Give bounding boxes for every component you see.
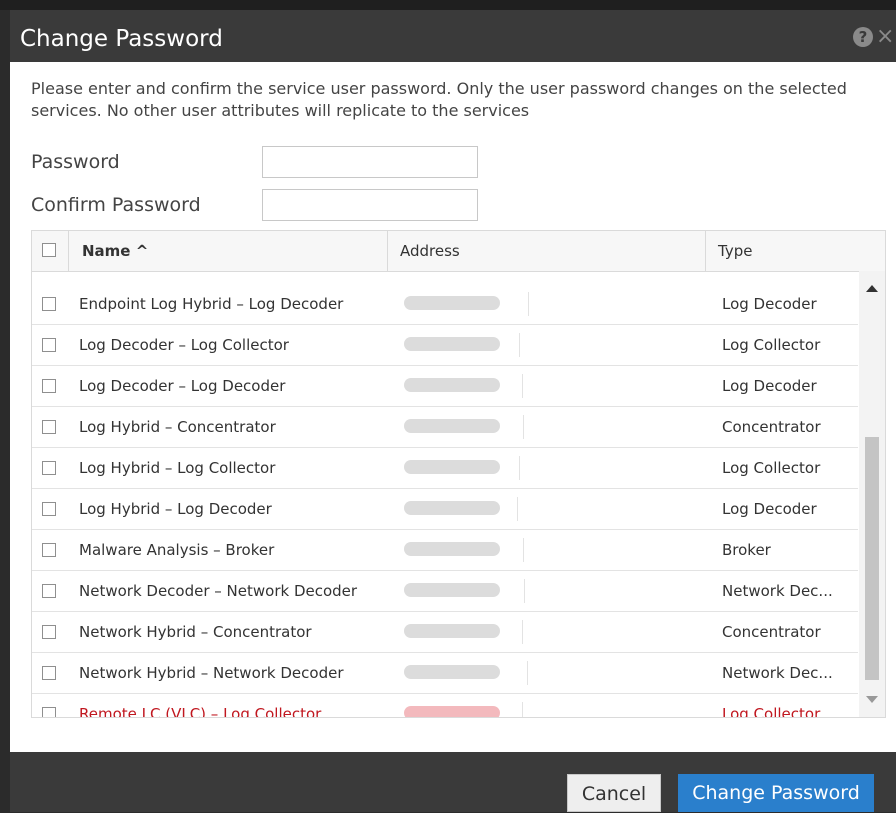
service-name-cell: Log Decoder – Log Decoder	[79, 377, 286, 395]
address-redacted	[404, 378, 500, 392]
change-password-button[interactable]: Change Password	[678, 774, 874, 812]
header-divider	[68, 231, 69, 271]
table-row[interactable]: Log Hybrid – Log Collector Log Collector	[32, 448, 858, 489]
table-row[interactable]: Network Decoder – Network Decoder Network…	[32, 571, 858, 612]
service-name-cell: Log Decoder – Log Collector	[79, 336, 289, 354]
address-redacted	[404, 624, 500, 638]
service-type-cell: Network Dec...	[722, 582, 833, 600]
table-row[interactable]: Log Decoder – Log Decoder Log Decoder	[32, 366, 858, 407]
scroll-down-arrow-icon[interactable]	[866, 696, 878, 703]
scroll-up-arrow-icon[interactable]	[866, 285, 878, 292]
password-label: Password	[31, 151, 120, 173]
table-row[interactable]: Log Decoder – Log Collector Log Collector	[32, 325, 858, 366]
address-divider	[523, 538, 524, 562]
background-strip	[0, 0, 896, 10]
table-scrollbar[interactable]	[859, 271, 885, 717]
address-redacted	[404, 419, 500, 433]
table-row[interactable]: Network Hybrid – Network Decoder Network …	[32, 653, 858, 694]
services-table: Name ^ Address Type Endpoint Log Hybrid …	[31, 230, 886, 718]
service-name-cell: Log Hybrid – Log Collector	[79, 459, 276, 477]
table-row[interactable]: Endpoint Log Hybrid – Log Decoder Log Dec…	[32, 284, 858, 325]
service-type-cell: Log Collector	[722, 336, 821, 354]
table-row[interactable]: Malware Analysis – Broker Broker	[32, 530, 858, 571]
address-divider	[528, 292, 529, 316]
row-checkbox[interactable]	[42, 543, 56, 557]
table-row[interactable]: Log Hybrid – Log Decoder Log Decoder	[32, 489, 858, 530]
address-redacted	[404, 296, 500, 310]
service-name-cell: Network Hybrid – Concentrator	[79, 623, 312, 641]
cancel-button[interactable]: Cancel	[567, 774, 661, 812]
service-name-cell: Endpoint Log Hybrid – Log Decoder	[79, 295, 344, 313]
service-type-cell: Concentrator	[722, 418, 821, 436]
row-checkbox[interactable]	[42, 461, 56, 475]
dialog-body: Please enter and confirm the service use…	[10, 62, 896, 752]
service-type-cell: Broker	[722, 541, 771, 559]
select-all-checkbox[interactable]	[42, 243, 56, 257]
address-divider	[519, 456, 520, 480]
column-header-name[interactable]: Name ^	[82, 231, 148, 271]
address-divider	[524, 579, 525, 603]
change-password-dialog: Change Password ? × Please enter and con…	[10, 10, 896, 812]
service-name-cell: Malware Analysis – Broker	[79, 541, 275, 559]
instructions-text: Please enter and confirm the service use…	[31, 79, 847, 120]
password-field[interactable]	[262, 146, 478, 178]
row-checkbox[interactable]	[42, 666, 56, 680]
address-divider	[522, 374, 523, 398]
address-redacted	[404, 542, 500, 556]
address-divider	[522, 620, 523, 644]
row-checkbox[interactable]	[42, 707, 56, 717]
address-divider	[527, 661, 528, 685]
close-icon[interactable]: ×	[876, 24, 894, 49]
row-checkbox[interactable]	[42, 625, 56, 639]
service-name-cell: Log Hybrid – Log Decoder	[79, 500, 272, 518]
address-divider	[522, 702, 523, 717]
address-redacted	[404, 501, 500, 515]
address-divider	[523, 415, 524, 439]
row-checkbox[interactable]	[42, 297, 56, 311]
row-checkbox[interactable]	[42, 502, 56, 516]
confirm-password-label: Confirm Password	[31, 194, 201, 216]
row-checkbox[interactable]	[42, 379, 56, 393]
column-header-type[interactable]: Type	[718, 231, 752, 271]
service-name-cell: Log Hybrid – Concentrator	[79, 418, 276, 436]
address-divider	[519, 333, 520, 357]
address-redacted	[404, 337, 500, 351]
address-redacted	[404, 460, 500, 474]
table-row[interactable]: Remote LC (VLC) – Log Collector Log Colle…	[32, 694, 858, 718]
service-type-cell: Concentrator	[722, 623, 821, 641]
row-checkbox[interactable]	[42, 584, 56, 598]
scroll-thumb[interactable]	[865, 437, 879, 680]
table-header: Name ^ Address Type	[32, 231, 885, 272]
dialog-footer: Cancel Change Password	[10, 752, 896, 812]
service-name-cell: Remote LC (VLC) – Log Collector	[79, 705, 322, 718]
service-name-cell: Network Hybrid – Network Decoder	[79, 664, 344, 682]
service-type-cell: Log Decoder	[722, 295, 817, 313]
table-body: Endpoint Log Hybrid – Log Decoder Log Dec…	[32, 284, 858, 718]
service-type-cell: Log Collector	[722, 459, 821, 477]
header-divider	[705, 231, 706, 271]
address-redacted	[404, 583, 500, 597]
service-type-cell: Log Collector	[722, 705, 821, 718]
address-redacted	[404, 706, 500, 717]
table-row[interactable]: Log Hybrid – Concentrator Concentrator	[32, 407, 858, 448]
row-checkbox[interactable]	[42, 420, 56, 434]
address-divider	[517, 497, 518, 521]
service-type-cell: Network Dec...	[722, 664, 833, 682]
dialog-titlebar: Change Password ? ×	[10, 10, 896, 62]
confirm-password-field[interactable]	[262, 189, 478, 221]
column-header-address[interactable]: Address	[400, 231, 460, 271]
service-type-cell: Log Decoder	[722, 377, 817, 395]
service-type-cell: Log Decoder	[722, 500, 817, 518]
row-checkbox[interactable]	[42, 338, 56, 352]
address-redacted	[404, 665, 500, 679]
header-divider	[387, 231, 388, 271]
service-name-cell: Network Decoder – Network Decoder	[79, 582, 358, 600]
help-icon[interactable]: ?	[853, 27, 873, 47]
table-row[interactable]: Network Hybrid – Concentrator Concentrato…	[32, 612, 858, 653]
dialog-title: Change Password	[20, 26, 223, 52]
